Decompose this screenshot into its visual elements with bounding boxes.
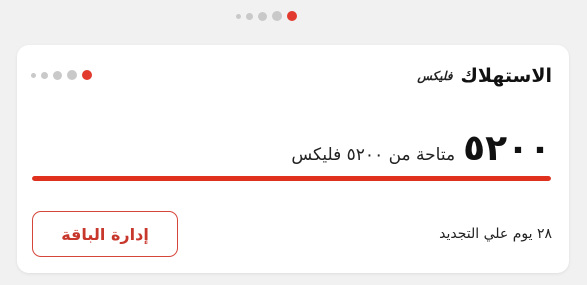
- manage-package-button[interactable]: إدارة الباقة: [32, 211, 178, 257]
- card-pager-dots[interactable]: [31, 70, 92, 80]
- balance-amount: ٥٢٠٠: [463, 128, 551, 169]
- card-pager-dot-active[interactable]: [82, 70, 92, 80]
- pager-dot[interactable]: [272, 11, 282, 21]
- card-pager-dot[interactable]: [41, 71, 48, 79]
- usage-progress-bar: [32, 176, 551, 181]
- pager-dot-active[interactable]: [287, 11, 297, 21]
- pager-dot[interactable]: [258, 11, 267, 21]
- flex-logo-icon: فليكس: [417, 69, 453, 83]
- balance-row: ٥٢٠٠ متاحة من ٥٢٠٠ فليكس: [291, 131, 551, 167]
- consumption-card: الاستهلاك فليكس ٥٢٠٠ متاحة من ٥٢٠٠ فليكس…: [17, 45, 569, 273]
- card-pager-dot[interactable]: [67, 70, 77, 80]
- renewal-text: ٢٨ يوم علي التجديد: [439, 226, 552, 242]
- card-header: الاستهلاك فليكس: [417, 65, 552, 87]
- pager-dot[interactable]: [236, 13, 241, 19]
- pager-dot[interactable]: [246, 12, 253, 20]
- card-pager-dot[interactable]: [53, 70, 62, 80]
- usage-progress-fill: [32, 176, 551, 181]
- card-pager-dot[interactable]: [31, 72, 36, 78]
- screen: الاستهلاك فليكس ٥٢٠٠ متاحة من ٥٢٠٠ فليكس…: [0, 0, 587, 285]
- card-title: الاستهلاك: [460, 65, 552, 87]
- top-pager-dots[interactable]: [236, 11, 297, 21]
- balance-description: متاحة من ٥٢٠٠ فليكس: [291, 145, 456, 165]
